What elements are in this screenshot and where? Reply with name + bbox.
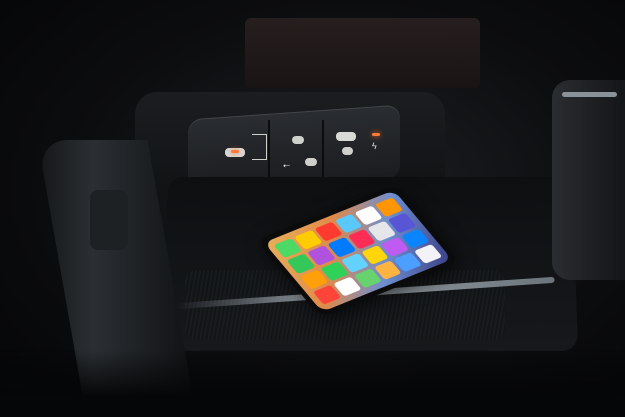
wireless-charging-icon: ϟ: [372, 141, 377, 151]
foreground-shadow: [0, 350, 625, 417]
usb-connector-line: [252, 134, 267, 160]
chrome-accent: [562, 92, 617, 97]
wireless-charging-indicator: [372, 133, 380, 136]
usb-a-port[interactable]: [292, 136, 304, 144]
usb-c-port-right[interactable]: [336, 132, 356, 141]
panel-divider: [268, 120, 270, 178]
usb-trident-icon: ⭠: [283, 160, 291, 170]
dashboard-display: [245, 18, 480, 88]
usb-a-port[interactable]: [305, 158, 317, 166]
usb-a-port[interactable]: [342, 147, 353, 155]
car-center-console-photo: ⭠ ϟ: [0, 0, 625, 417]
seat-heater-button[interactable]: [90, 190, 128, 250]
panel-divider: [322, 120, 324, 178]
port-indicator-light: [231, 150, 239, 153]
right-console-trim: [552, 80, 625, 280]
